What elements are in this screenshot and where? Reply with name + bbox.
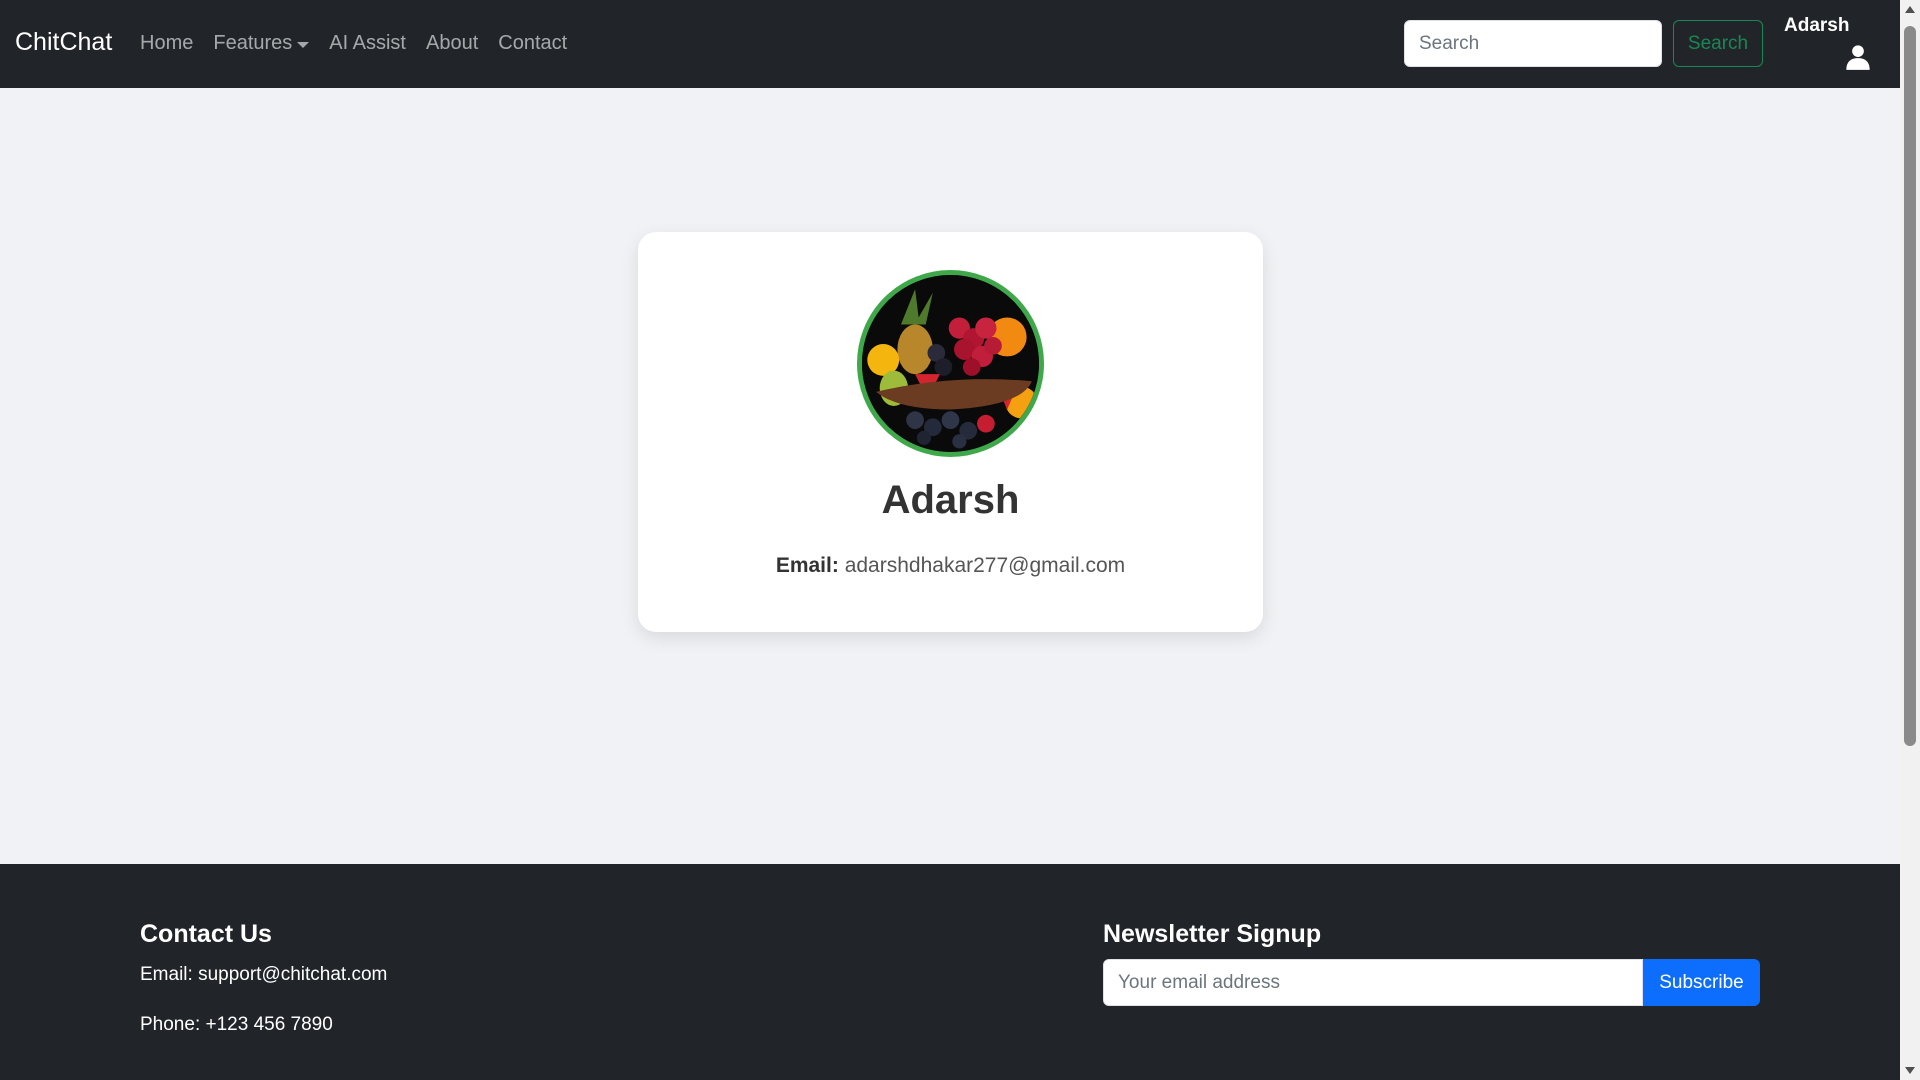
email-label: Email:	[775, 554, 839, 577]
scroll-up-arrow-icon[interactable]	[1905, 6, 1915, 13]
chevron-down-icon	[297, 41, 310, 48]
search-button[interactable]: Search	[1673, 20, 1763, 67]
nav-links: Home Features AI Assist About Contact	[140, 32, 567, 55]
nav-link-home[interactable]: Home	[140, 32, 193, 55]
email-value: adarshdhakar277@gmail.com	[844, 554, 1126, 577]
contact-email: Email: support@chitchat.com	[140, 964, 388, 985]
user-name[interactable]: Adarsh	[1784, 15, 1849, 37]
fruit-basket-photo-icon	[862, 275, 1039, 452]
page: ChitChat Home Features AI Assist About C…	[0, 0, 1900, 1080]
contact-title: Contact Us	[140, 920, 272, 948]
contact-phone: Phone: +123 456 7890	[140, 1014, 333, 1035]
nav-link-ai-assist[interactable]: AI Assist	[329, 32, 406, 55]
avatar	[857, 270, 1044, 457]
brand-logo[interactable]: ChitChat	[15, 28, 112, 57]
profile-email: Email: adarshdhakar277@gmail.com	[638, 554, 1263, 578]
nav-link-features[interactable]: Features	[213, 32, 310, 55]
newsletter-title: Newsletter Signup	[1103, 920, 1322, 948]
footer: Contact Us Email: support@chitchat.com P…	[0, 864, 1900, 1080]
nav-link-features-label: Features	[213, 32, 293, 54]
profile-name: Adarsh	[881, 478, 1020, 522]
profile-card: Adarsh Email: adarshdhakar277@gmail.com	[638, 232, 1263, 632]
scroll-down-arrow-icon[interactable]	[1905, 1067, 1915, 1074]
top-navbar: ChitChat Home Features AI Assist About C…	[0, 0, 1900, 88]
vertical-scrollbar[interactable]	[1900, 0, 1920, 1080]
nav-link-contact[interactable]: Contact	[498, 32, 567, 55]
scroll-thumb[interactable]	[1904, 26, 1916, 746]
newsletter-email-input[interactable]	[1103, 959, 1643, 1006]
nav-link-about[interactable]: About	[426, 32, 478, 55]
search-input[interactable]	[1404, 20, 1662, 67]
subscribe-button[interactable]: Subscribe	[1643, 959, 1760, 1006]
user-icon[interactable]	[1844, 43, 1872, 71]
